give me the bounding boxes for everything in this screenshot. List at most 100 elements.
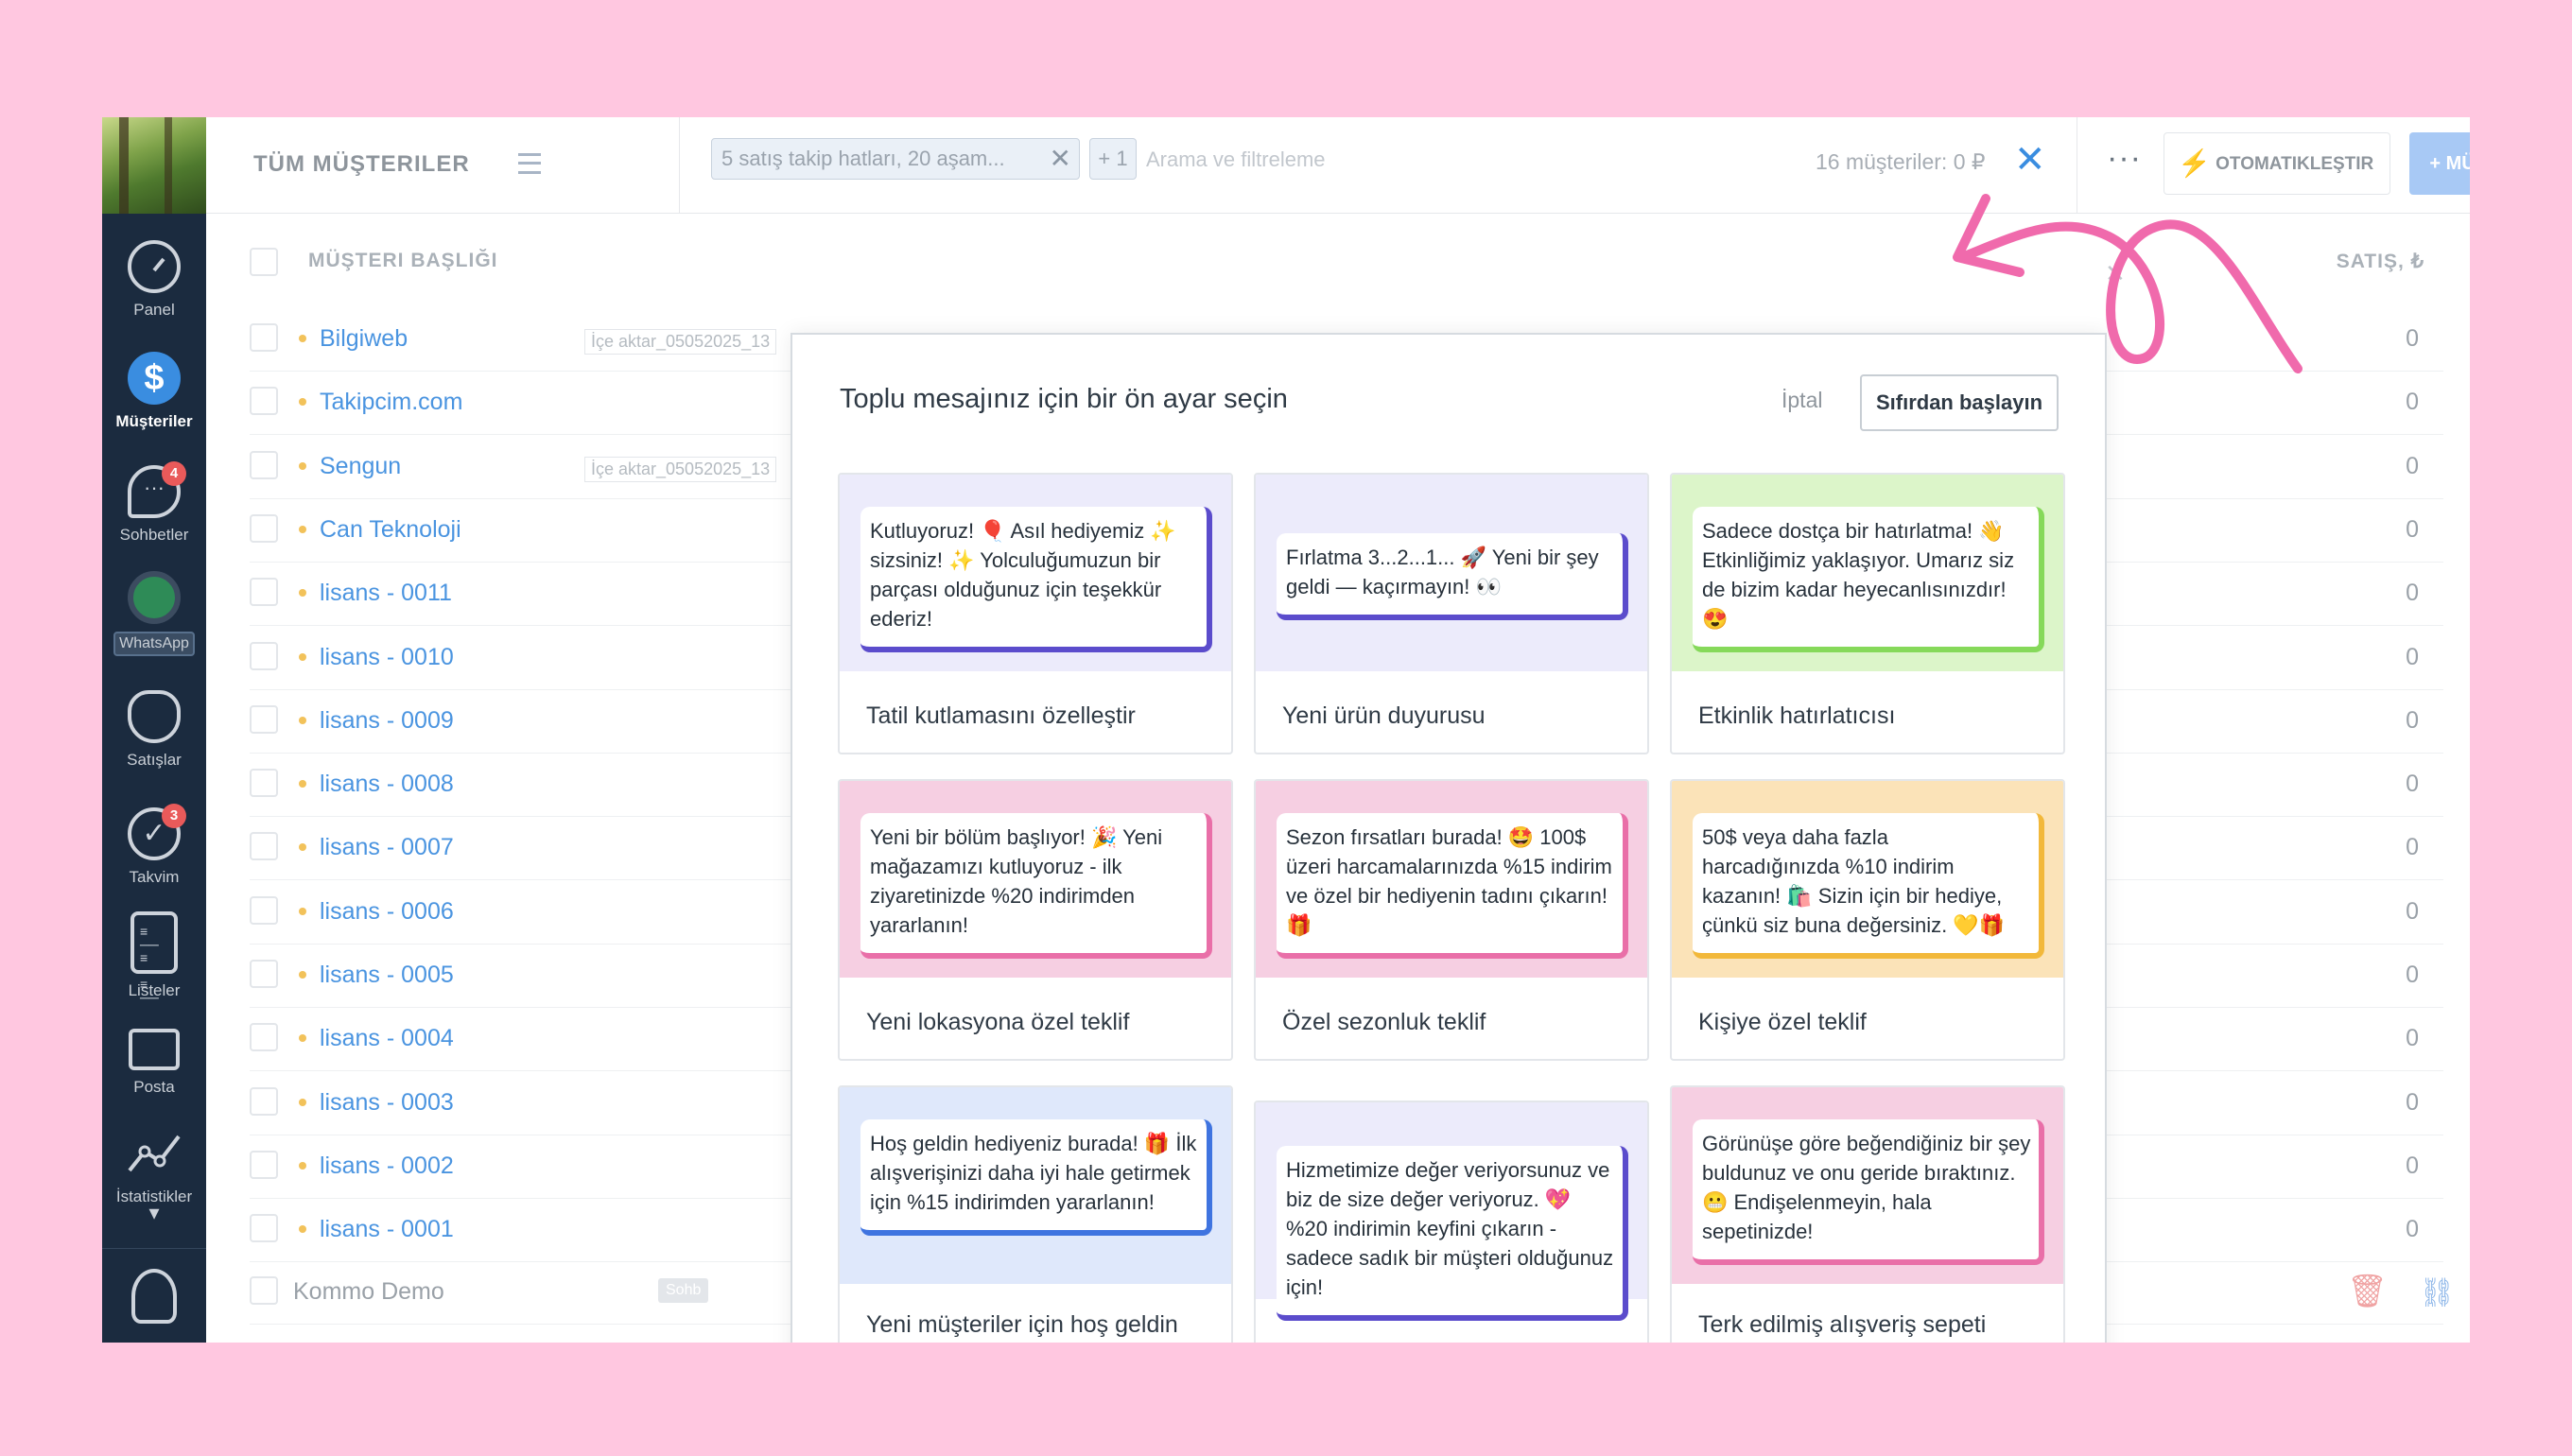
row-checkbox[interactable]	[250, 323, 278, 352]
customer-name[interactable]: Takipcim.com	[320, 389, 462, 416]
sidebar-item-lists[interactable]: ≡ ── ≡ ── ≡ ── Listeler	[102, 911, 206, 1004]
sidebar-item-sales[interactable]: Satışlar	[102, 690, 206, 770]
sidebar-item-calendar[interactable]: ✓ 3 Takvim	[102, 804, 206, 887]
import-tag: İçe aktar_05052025_13	[584, 456, 777, 482]
row-checkbox[interactable]	[250, 960, 278, 988]
search-input[interactable]: Arama ve filtreleme	[1146, 147, 1326, 172]
sidebar-item-whatsapp[interactable]: WhatsApp	[102, 571, 206, 656]
customer-name[interactable]: Sengun	[320, 453, 401, 480]
customer-name[interactable]: lisans - 0001	[320, 1216, 454, 1243]
notifications-bell[interactable]	[102, 1269, 206, 1324]
sidebar-item-mail[interactable]: Posta	[102, 1029, 206, 1097]
preset-card[interactable]: Yeni bir bölüm başlıyor! 🎉 Yeni mağazamı…	[838, 779, 1233, 1061]
message-preview: Görünüşe göre beğendiğiniz bir şey buldu…	[1672, 1087, 2063, 1284]
sidebar-item-label: Takvim	[129, 868, 180, 886]
customer-name[interactable]: Can Teknoloji	[320, 516, 461, 544]
more-filters-chip[interactable]: + 1	[1089, 138, 1137, 180]
customer-name[interactable]: lisans - 0007	[320, 834, 454, 861]
link-icon[interactable]: ⛓	[2419, 1276, 2455, 1309]
row-checkbox[interactable]	[250, 1214, 278, 1243]
customer-name[interactable]: lisans - 0008	[320, 771, 454, 798]
column-header-sales[interactable]: SATIŞ, ₺	[2337, 250, 2424, 273]
sidebar-item-stats[interactable]: İstatistikler ▾	[102, 1127, 206, 1223]
preset-card[interactable]: 50$ veya daha fazla harcadığınızda %10 i…	[1670, 779, 2065, 1061]
customer-name[interactable]: lisans - 0011	[320, 580, 452, 607]
row-checkbox[interactable]	[250, 641, 278, 670]
chart-icon	[128, 1127, 181, 1180]
preset-modal: Toplu mesajınız için bir ön ayar seçin İ…	[791, 333, 2107, 1343]
preset-card[interactable]: Hoş geldin hediyeniz burada! 🎁 İlk alışv…	[838, 1085, 1233, 1343]
chat-icon: ··· 4	[128, 461, 186, 518]
filter-chip[interactable]: 5 satış takip hatları, 20 aşam... ✕	[711, 138, 1080, 180]
preset-card[interactable]: Sezon fırsatları burada! 🤩 100$ üzeri ha…	[1254, 779, 1649, 1061]
status-dot	[299, 461, 306, 470]
select-all-checkbox[interactable]	[250, 248, 278, 276]
customer-name[interactable]: lisans - 0004	[320, 1025, 454, 1052]
sidebar-item-panel[interactable]: Panel	[102, 240, 206, 320]
row-checkbox[interactable]	[250, 832, 278, 861]
chat-tag: Sohb	[658, 1278, 709, 1303]
customer-name[interactable]: lisans - 0010	[320, 644, 454, 671]
row-checkbox[interactable]	[250, 387, 278, 416]
customer-name[interactable]: Kommo Demo	[293, 1278, 444, 1306]
preset-card[interactable]: Görünüşe göre beğendiğiniz bir şey buldu…	[1670, 1085, 2065, 1343]
user-avatar[interactable]	[102, 117, 206, 214]
sales-value: 0	[2406, 515, 2419, 543]
row-checkbox[interactable]	[250, 895, 278, 925]
preset-label: Sadık müşteriler için indirim	[1282, 1339, 1623, 1343]
preset-label: Özel sezonluk teklif	[1282, 1009, 1486, 1035]
message-preview: Kutluyoruz! 🎈 Asıl hediyemiz ✨ sizsiniz!…	[840, 475, 1231, 671]
hamburger-menu-icon[interactable]	[518, 153, 541, 174]
preset-label: Tatil kutlamasını özelleştir	[866, 702, 1136, 729]
status-dot	[299, 525, 306, 533]
row-checkbox[interactable]	[250, 1086, 278, 1116]
preset-card[interactable]: Sadece dostça bir hatırlatma! 👋 Etkinliğ…	[1670, 473, 2065, 754]
chats-badge: 4	[162, 461, 186, 486]
trash-icon[interactable]: 🗑	[2347, 1273, 2388, 1310]
row-checkbox[interactable]	[250, 578, 278, 607]
sales-value: 0	[2406, 1025, 2419, 1052]
sales-value: 0	[2406, 325, 2419, 352]
customer-name[interactable]: lisans - 0006	[320, 898, 454, 926]
message-preview: Hoş geldin hediyeniz burada! 🎁 İlk alışv…	[840, 1087, 1231, 1284]
sales-value: 0	[2406, 1088, 2419, 1116]
dollar-icon: $	[128, 352, 181, 405]
row-checkbox[interactable]	[250, 1276, 278, 1305]
row-checkbox[interactable]	[250, 704, 278, 734]
status-dot	[299, 398, 306, 407]
page-title: TÜM MÜŞTERILER	[253, 151, 470, 177]
sales-value: 0	[2406, 452, 2419, 479]
sidebar-item-label: Sohbetler	[119, 526, 189, 544]
message-preview: 50$ veya daha fazla harcadığınızda %10 i…	[1672, 781, 2063, 978]
message-bubble: Sezon fırsatları burada! 🤩 100$ üzeri ha…	[1277, 813, 1628, 959]
message-bubble: Görünüşe göre beğendiğiniz bir şey buldu…	[1693, 1119, 2044, 1265]
preset-card[interactable]: Kutluyoruz! 🎈 Asıl hediyemiz ✨ sizsiniz!…	[838, 473, 1233, 754]
column-header-name[interactable]: MÜŞTERI BAŞLIĞI	[308, 250, 498, 272]
preset-card[interactable]: Fırlatma 3...2...1... 🚀 Yeni bir şey gel…	[1254, 473, 1649, 754]
row-checkbox[interactable]	[250, 450, 278, 479]
message-preview: Hizmetimize değer veriyorsunuz ve biz de…	[1256, 1102, 1647, 1321]
customer-name[interactable]: lisans - 0003	[320, 1089, 454, 1117]
close-icon[interactable]: ✕	[1050, 139, 1071, 179]
row-checkbox[interactable]	[250, 769, 278, 798]
row-checkbox[interactable]	[250, 1150, 278, 1179]
message-preview: Fırlatma 3...2...1... 🚀 Yeni bir şey gel…	[1256, 475, 1647, 671]
sidebar-item-label: Posta	[133, 1078, 175, 1096]
customer-name[interactable]: Bilgiweb	[320, 325, 408, 353]
list-icon: ≡ ── ≡ ── ≡ ──	[130, 911, 178, 1004]
preset-card[interactable]: Hizmetimize değer veriyorsunuz ve biz de…	[1254, 1101, 1649, 1343]
sidebar-item-customers[interactable]: $ Müşteriler	[102, 352, 206, 431]
customer-name[interactable]: lisans - 0005	[320, 962, 454, 989]
status-dot	[299, 1161, 306, 1170]
message-preview: Sezon fırsatları burada! 🤩 100$ üzeri ha…	[1256, 781, 1647, 978]
row-checkbox[interactable]	[250, 513, 278, 543]
status-dot	[299, 843, 306, 852]
cancel-button[interactable]: İptal	[1781, 388, 1822, 413]
add-customer-button[interactable]: + MÜŞTERI	[2409, 132, 2470, 195]
customer-name[interactable]: lisans - 0009	[320, 707, 454, 735]
sidebar-item-chats[interactable]: ··· 4 Sohbetler	[102, 461, 206, 545]
message-bubble: Kutluyoruz! 🎈 Asıl hediyemiz ✨ sizsiniz!…	[860, 507, 1212, 652]
row-checkbox[interactable]	[250, 1023, 278, 1052]
chevron-down-icon[interactable]: ▾	[148, 1203, 159, 1223]
customer-name[interactable]: lisans - 0002	[320, 1153, 454, 1180]
